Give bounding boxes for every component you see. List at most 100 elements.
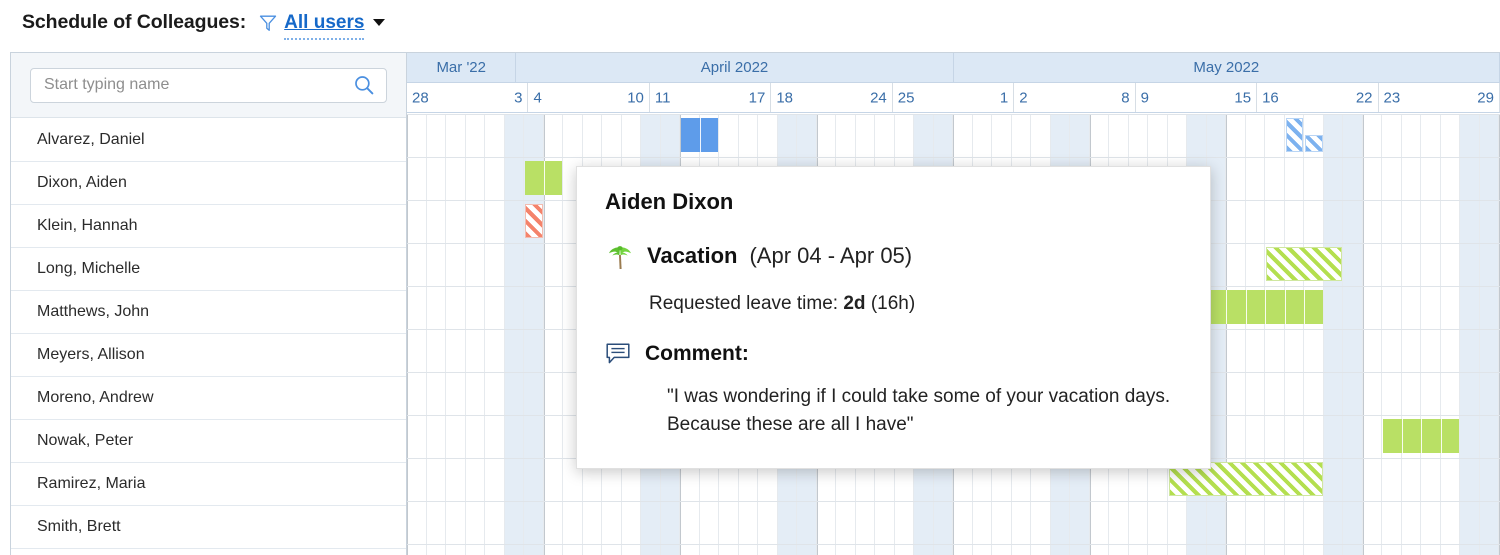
week-end-day: 10 [627, 89, 644, 106]
week-header-cell: 9 15 [1136, 83, 1258, 112]
week-start-day: 4 [533, 89, 542, 106]
week-end-day: 1 [999, 89, 1009, 106]
month-label: May 2022 [1193, 59, 1260, 76]
week-end-day: 8 [1121, 89, 1130, 106]
long-pending-bar[interactable] [1266, 247, 1342, 281]
week-header-cell: 11 17 [650, 83, 772, 112]
employee-name: Smith, Brett [37, 518, 121, 535]
month-header-cell: May 2022 [954, 53, 1500, 82]
employee-name: Ramirez, Maria [37, 475, 146, 492]
month-label: Mar '22 [436, 59, 486, 76]
tooltip-requested-days: 2d [843, 293, 866, 314]
employee-row[interactable]: Moreno, Andrew [11, 377, 406, 420]
palm-tree-icon [605, 241, 635, 271]
tooltip-employee-name: Aiden Dixon [605, 189, 734, 214]
page-title: Schedule of Colleagues: [22, 11, 247, 33]
employee-row[interactable]: Ramirez, Maria [11, 463, 406, 506]
employee-row[interactable]: Smith, Brett [11, 506, 406, 549]
employee-name: Matthews, John [37, 303, 150, 320]
employee-row[interactable]: Alvarez, Daniel [11, 119, 406, 162]
tooltip-comment-text: "I was wondering if I could take some of… [667, 386, 1171, 435]
week-end-day: 17 [748, 89, 766, 106]
dixon-vacation-bar[interactable] [525, 161, 562, 195]
week-header-cell: 28 3 [407, 83, 529, 112]
employee-name: Nowak, Peter [37, 432, 134, 449]
week-header-cell: 18 24 [771, 83, 893, 112]
tooltip-comment-header: Comment: [605, 341, 1182, 367]
week-end-day: 22 [1355, 89, 1373, 106]
employee-name: Klein, Hannah [37, 217, 138, 234]
employee-row[interactable]: Meyers, Allison [11, 334, 406, 377]
employee-list: Alvarez, Daniel Dixon, Aiden Klein, Hannah… [11, 119, 406, 555]
tooltip-requested-row: Requested leave time: 2d (16h) [649, 293, 1182, 315]
week-end-day: 29 [1477, 89, 1494, 106]
tooltip-leave-type: Vacation [647, 243, 738, 268]
leave-detail-tooltip: Aiden Dixon Vacation (Apr 04 - Apr 05) R… [576, 166, 1211, 469]
month-header-cell: April 2022 [516, 53, 954, 82]
tooltip-leave-type-row: Vacation (Apr 04 - Apr 05) [605, 241, 1182, 271]
nowak-vacation-bar[interactable] [1383, 419, 1459, 453]
search-bar [11, 53, 406, 118]
page-header: Schedule of Colleagues: All users [0, 0, 1500, 45]
filter-all-users-link[interactable]: All users [284, 12, 365, 40]
employee-row[interactable]: Dixon, Aiden [11, 162, 406, 205]
bar-day-separator [543, 161, 545, 195]
tooltip-requested-label: Requested leave time: [649, 293, 839, 314]
alvarez-approved-bar[interactable] [681, 118, 718, 152]
week-header-cell: 25 1 [893, 83, 1015, 112]
week-start-day: 9 [1140, 89, 1149, 106]
bar-day-separator [1245, 290, 1247, 324]
schedule-of-colleagues-page: Schedule of Colleagues: All users Start … [0, 0, 1500, 555]
week-end-day: 15 [1234, 89, 1252, 106]
month-label: April 2022 [700, 59, 769, 76]
employee-row[interactable]: Long, Michelle [11, 248, 406, 291]
bar-day-separator [1265, 290, 1266, 324]
user-filter[interactable]: All users [258, 12, 386, 40]
week-header-cell: 28 [1014, 83, 1136, 112]
employee-name: Dixon, Aiden [37, 174, 127, 191]
employee-name: Meyers, Allison [37, 346, 145, 363]
week-start-day: 2 [1019, 89, 1028, 106]
employee-row[interactable]: Matthews, John [11, 291, 406, 334]
week-start-day: 16 [1262, 89, 1279, 106]
bar-day-separator [1401, 419, 1403, 453]
employee-panel: Alvarez, Daniel Dixon, Aiden Klein, Hannah… [11, 53, 407, 555]
week-header-cell: 4 10 [528, 83, 650, 112]
week-header-cell: 23 29 [1379, 83, 1500, 112]
bar-day-separator [1284, 290, 1286, 324]
bar-day-separator [1226, 290, 1227, 324]
tooltip-requested-hours: (16h) [870, 293, 916, 314]
bar-day-separator [699, 118, 701, 152]
alvarez-pending-half-bar[interactable] [1305, 135, 1323, 152]
week-start-day: 25 [897, 89, 915, 106]
month-header-row: Mar '22 April 2022 May 2022 [407, 53, 1500, 83]
bar-day-separator [1421, 419, 1422, 453]
month-header-cell: Mar '22 [407, 53, 517, 82]
filter-funnel-icon [258, 13, 278, 33]
employee-name: Long, Michelle [37, 260, 141, 277]
employee-row[interactable]: Nowak, Peter [11, 420, 406, 463]
tooltip-date-range: (Apr 04 - Apr 05) [749, 243, 913, 268]
alvarez-pending-bar[interactable] [1285, 118, 1303, 152]
week-end-day: 3 [514, 89, 523, 106]
week-start-day: 18 [776, 89, 793, 106]
employee-name: Moreno, Andrew [37, 389, 154, 406]
week-start-day: 28 [412, 89, 429, 106]
klein-rejected-bar[interactable] [525, 204, 543, 238]
chevron-down-icon[interactable] [373, 19, 386, 26]
week-start-day: 11 [654, 89, 671, 106]
week-header-row: 28 3 4 10 11 17 18 24 25 1 2 8 9 15 16 22 23 29 [407, 83, 1500, 113]
employee-name: Alvarez, Daniel [37, 131, 145, 148]
search-icon[interactable] [353, 74, 375, 96]
week-header-cell: 16 22 [1257, 83, 1379, 112]
week-end-day: 24 [870, 89, 887, 106]
search-field[interactable] [30, 67, 387, 103]
speech-bubble-icon [605, 341, 631, 367]
tooltip-comment-label: Comment: [645, 342, 749, 365]
bar-day-separator [1304, 290, 1305, 324]
matthews-vacation-bar[interactable] [1207, 290, 1323, 324]
bar-day-separator [1440, 419, 1442, 453]
search-input[interactable] [42, 75, 353, 95]
week-start-day: 23 [1383, 89, 1401, 106]
employee-row[interactable]: Klein, Hannah [11, 205, 406, 248]
